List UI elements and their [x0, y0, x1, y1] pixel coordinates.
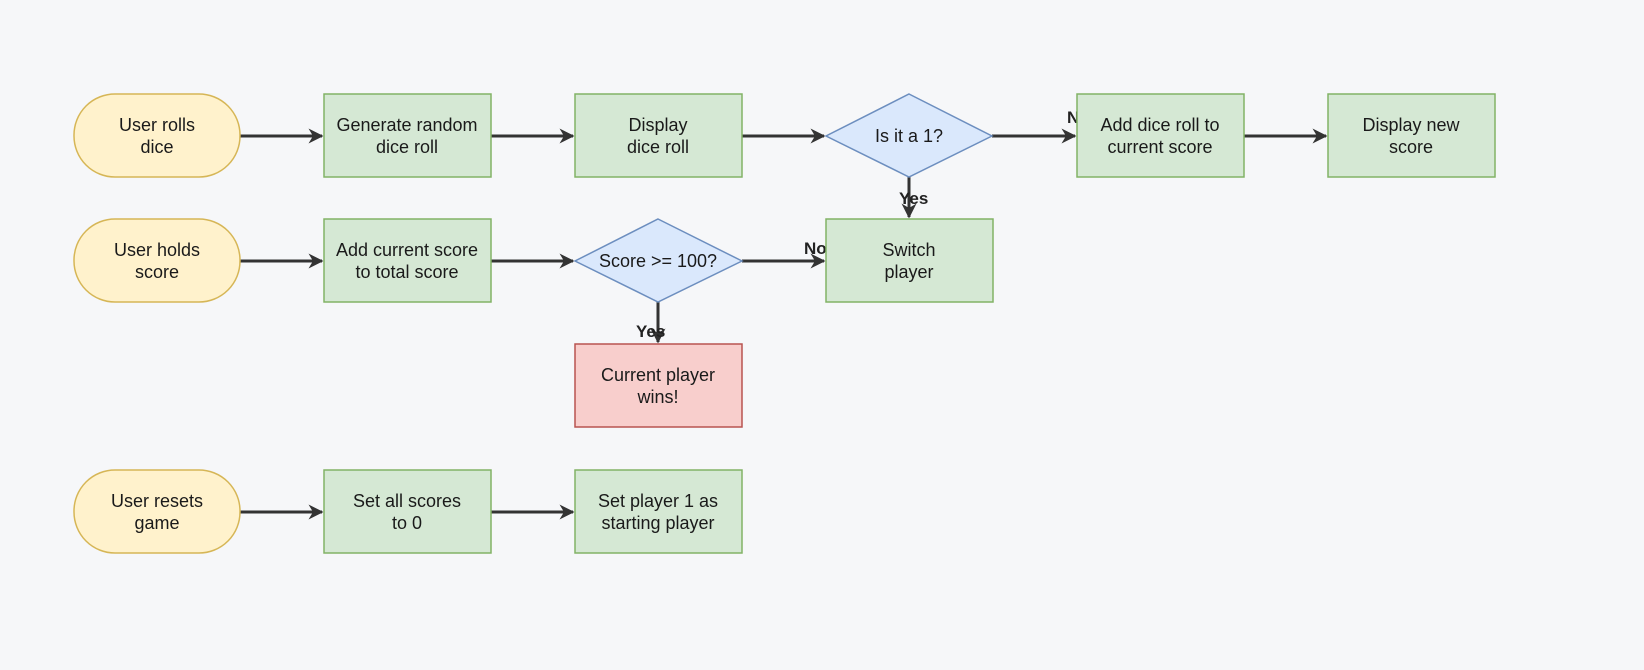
- svg-text:Is it a 1?: Is it a 1?: [875, 126, 943, 146]
- decision-is-it-a-1: Is it a 1?: [824, 93, 994, 178]
- terminal-user-rolls-dice: User rolls dice: [73, 93, 241, 178]
- terminal-user-resets-game: User resets game: [73, 469, 241, 554]
- edges: [240, 128, 1328, 520]
- process-set-player-1: Set player 1 as starting player: [574, 469, 743, 554]
- terminal-user-holds-score: User holds score: [73, 218, 241, 303]
- edge-label-yes: Yes: [636, 322, 665, 341]
- process-switch-player: Switch player: [825, 218, 994, 303]
- process-display-dice-roll: Display dice roll: [574, 93, 743, 178]
- edge-label-yes: Yes: [899, 189, 928, 208]
- process-add-dice-roll: Add dice roll to current score: [1076, 93, 1245, 178]
- process-set-scores-zero: Set all scores to 0: [323, 469, 492, 554]
- edge-label-no: No: [804, 239, 827, 258]
- svg-text:Score >= 100?: Score >= 100?: [599, 251, 717, 271]
- end-current-player-wins: Current player wins!: [574, 343, 743, 428]
- flowchart: No Yes No Yes User rollsdice Generate ra…: [73, 93, 1496, 554]
- process-add-to-total: Add current score to total score: [323, 218, 492, 303]
- process-generate-random-roll: Generate random dice roll: [323, 93, 492, 178]
- decision-score-100: Score >= 100?: [573, 218, 744, 303]
- process-display-new-score: Display new score: [1327, 93, 1496, 178]
